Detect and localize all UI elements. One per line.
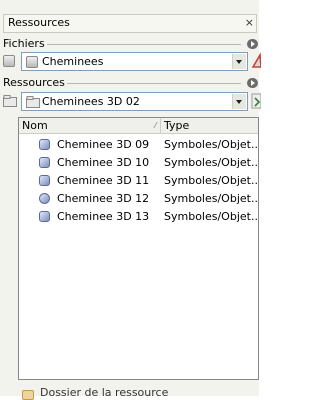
column-header-label: Nom (22, 119, 48, 132)
resource-folder-label: Dossier de la ressource (40, 386, 169, 399)
panel-title: Ressources (8, 16, 70, 29)
delete-button[interactable] (251, 52, 261, 71)
item-name: Cheminee 3D 10 (57, 156, 150, 169)
up-button[interactable] (251, 92, 261, 111)
symbol-object-icon (39, 211, 50, 222)
item-type: Symboles/Objet... (164, 174, 259, 187)
item-type: Symboles/Objet... (164, 192, 259, 205)
list-header: Nom Type (19, 118, 258, 134)
symbol-object-icon (39, 175, 50, 186)
ressources-label: Ressources (3, 76, 67, 89)
column-header-label: Type (164, 119, 190, 132)
close-icon[interactable]: × (245, 16, 254, 29)
list-item[interactable]: Cheminee 3D 13 Symboles/Objet... (19, 208, 258, 226)
file-icon (26, 56, 38, 68)
resource-list[interactable]: Nom Type Cheminee 3D 09 Symboles/Objet..… (18, 117, 259, 380)
list-item[interactable]: Cheminee 3D 12 Symboles/Objet... (19, 190, 258, 208)
column-header-type[interactable]: Type (161, 118, 258, 133)
item-type: Symboles/Objet... (164, 156, 259, 169)
section-fichiers: Fichiers (3, 37, 259, 51)
column-header-nom[interactable]: Nom (19, 118, 161, 133)
item-name: Cheminee 3D 12 (57, 192, 150, 205)
file-icon[interactable] (3, 55, 15, 67)
fichiers-row: Cheminees (3, 52, 261, 71)
symbol-object-icon (39, 193, 50, 204)
folder-icon (22, 390, 34, 400)
expand-icon[interactable] (247, 39, 258, 49)
symbol-object-icon (39, 157, 50, 168)
resources-panel: Ressources × Fichiers Cheminees Ressourc… (0, 0, 261, 400)
section-ressources: Ressources (3, 76, 259, 90)
ressources-row: Cheminees 3D 02 (3, 92, 261, 111)
item-name: Cheminee 3D 09 (57, 138, 150, 151)
panel-title-bar: Ressources × (3, 14, 257, 33)
dropdown-arrow-icon[interactable] (232, 54, 246, 69)
item-type: Symboles/Objet... (164, 210, 259, 223)
ressources-combo[interactable]: Cheminees 3D 02 (21, 92, 248, 111)
fichiers-combo[interactable]: Cheminees (21, 52, 248, 71)
delete-icon (251, 52, 261, 68)
up-icon (251, 93, 261, 109)
folder-icon (26, 96, 40, 108)
sort-indicator-icon (147, 122, 158, 128)
dropdown-arrow-icon[interactable] (232, 94, 246, 109)
list-item[interactable]: Cheminee 3D 10 Symboles/Objet... (19, 154, 258, 172)
fichiers-combo-value: Cheminees (42, 55, 104, 68)
symbol-object-icon (39, 139, 50, 150)
folder-icon[interactable] (3, 95, 17, 107)
item-name: Cheminee 3D 13 (57, 210, 150, 223)
resource-folder-bar[interactable]: Dossier de la ressource (18, 386, 259, 400)
item-type: Symboles/Objet... (164, 138, 259, 151)
expand-icon[interactable] (247, 78, 258, 88)
list-item[interactable]: Cheminee 3D 09 Symboles/Objet... (19, 136, 258, 154)
ressources-combo-value: Cheminees 3D 02 (42, 95, 140, 108)
fichiers-label: Fichiers (3, 37, 47, 50)
item-name: Cheminee 3D 11 (57, 174, 150, 187)
list-item[interactable]: Cheminee 3D 11 Symboles/Objet... (19, 172, 258, 190)
